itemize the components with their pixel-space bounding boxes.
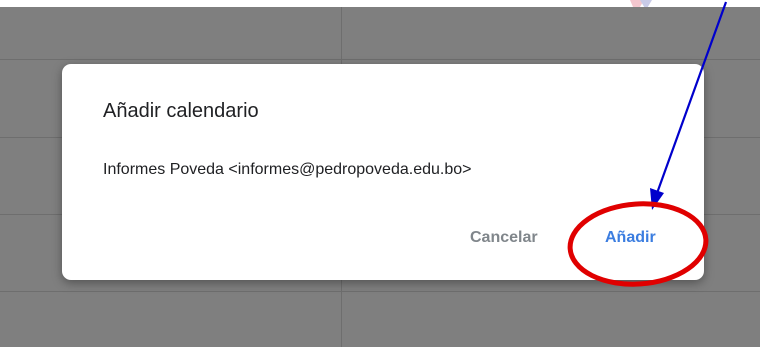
add-button[interactable]: Añadir xyxy=(605,229,656,247)
screenshot-stage: Añadir calendario Informes Poveda <infor… xyxy=(0,0,760,347)
dialog-title: Añadir calendario xyxy=(103,100,259,122)
add-calendar-dialog: Añadir calendario Informes Poveda <infor… xyxy=(62,64,704,280)
grid-line xyxy=(0,291,760,292)
calendar-owner-text: Informes Poveda <informes@pedropoveda.ed… xyxy=(103,161,472,178)
grid-line xyxy=(0,59,760,60)
cancel-button[interactable]: Cancelar xyxy=(470,229,538,247)
